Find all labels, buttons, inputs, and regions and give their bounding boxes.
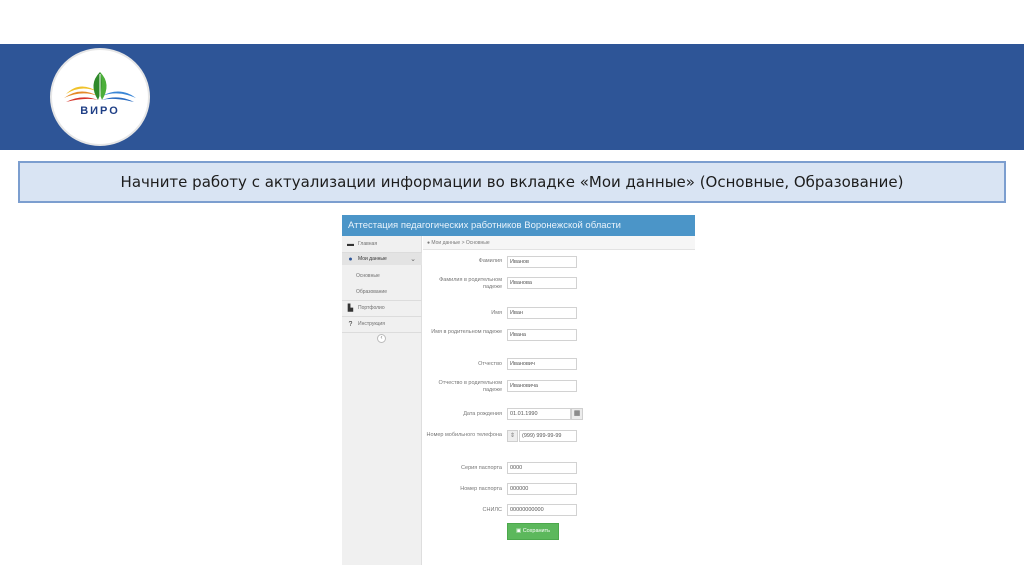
flag-icon: ⇕ — [509, 433, 516, 439]
sidebar-item-label: Главная — [358, 241, 378, 247]
building-icon: ▙ — [347, 304, 354, 312]
question-icon: ? — [348, 320, 353, 328]
chevron-left-icon: ‹ — [380, 335, 383, 341]
logo-text: ВИРО — [80, 105, 120, 117]
sidebar-item-portfolio[interactable]: ▙ Портфолио — [342, 302, 422, 314]
label-name: Имя — [491, 310, 502, 316]
save-button[interactable]: ▣ Сохранить — [507, 523, 559, 540]
sidebar-item-label: Портфолио — [358, 305, 385, 311]
sidebar-subitem-main[interactable]: Основные — [342, 270, 422, 282]
passport-series-input[interactable]: 0000 — [507, 462, 577, 474]
passport-number-input[interactable]: 000000 — [507, 483, 577, 495]
home-icon: ▬ — [347, 240, 354, 248]
instruction-box: Начните работу с актуализации информации… — [18, 161, 1006, 203]
label-mobile-phone: Номер мобильного телефона — [426, 432, 502, 438]
label-passport-number: Номер паспорта — [460, 486, 502, 492]
birth-date-input[interactable]: 01.01.1990 — [507, 408, 571, 420]
sidebar-item-my-data[interactable]: ● Мои данные ⌄ — [342, 253, 422, 265]
calendar-button[interactable]: ▦ — [571, 408, 583, 420]
sidebar-subitem-education[interactable]: Образование — [342, 286, 422, 298]
name-input[interactable]: Иван — [507, 307, 577, 319]
save-button-label: Сохранить — [522, 528, 551, 534]
label-patronymic-genitive: Отчество в родительном падеже — [438, 380, 502, 393]
logo-emblem-icon — [64, 72, 136, 102]
breadcrumb-text: Мои данные > Основные — [431, 240, 490, 246]
app-header-title: Аттестация педагогических работников Вор… — [342, 215, 695, 236]
patronymic-genitive-input[interactable]: Ивановича — [507, 380, 577, 392]
surname-genitive-input[interactable]: Иванова — [507, 277, 577, 289]
sidebar-item-label: Основные — [356, 273, 380, 279]
label-snils: СНИЛС — [482, 507, 502, 513]
sidebar-item-label: Мои данные — [358, 256, 387, 262]
sidebar: ▬ Главная ● Мои данные ⌄ Основные Образо… — [342, 236, 422, 565]
sidebar-collapse-button[interactable]: ‹ — [377, 334, 386, 343]
sidebar-item-help[interactable]: ? Инструкция — [342, 318, 422, 330]
personal-data-form: Фамилия Иванов Фамилия в родительном пад… — [423, 250, 695, 565]
label-name-genitive: Имя в родительном падеже — [431, 329, 502, 335]
app-screenshot: Аттестация педагогических работников Вор… — [342, 215, 695, 565]
chevron-down-icon: ⌄ — [410, 256, 416, 263]
breadcrumb: ● Мои данные > Основные — [423, 236, 695, 250]
top-banner — [0, 44, 1024, 150]
phone-country-button[interactable]: ⇕ — [507, 430, 518, 442]
name-genitive-input[interactable]: Ивана — [507, 329, 577, 341]
mobile-phone-input[interactable]: (999) 999-99-99 — [519, 430, 577, 442]
divider — [342, 300, 422, 301]
user-icon: ● — [427, 240, 431, 246]
label-birth-date: Дата рождения — [463, 411, 502, 417]
instruction-title: Начните работу с актуализации информации… — [120, 173, 904, 191]
label-surname: Фамилия — [478, 258, 502, 264]
surname-input[interactable]: Иванов — [507, 256, 577, 268]
save-icon: ▣ — [515, 528, 523, 534]
viro-logo: ВИРО — [52, 50, 148, 144]
sidebar-item-home[interactable]: ▬ Главная — [342, 238, 422, 250]
divider — [342, 332, 422, 333]
divider — [342, 316, 422, 317]
sidebar-item-label: Инструкция — [358, 321, 385, 327]
snils-input[interactable]: 00000000000 — [507, 504, 577, 516]
sidebar-item-label: Образование — [356, 289, 387, 295]
label-patronymic: Отчество — [478, 361, 502, 367]
label-passport-series: Серия паспорта — [461, 465, 502, 471]
user-icon: ● — [348, 255, 353, 263]
label-surname-genitive: Фамилия в родительном падеже — [439, 277, 502, 290]
patronymic-input[interactable]: Иванович — [507, 358, 577, 370]
calendar-icon: ▦ — [573, 410, 581, 417]
